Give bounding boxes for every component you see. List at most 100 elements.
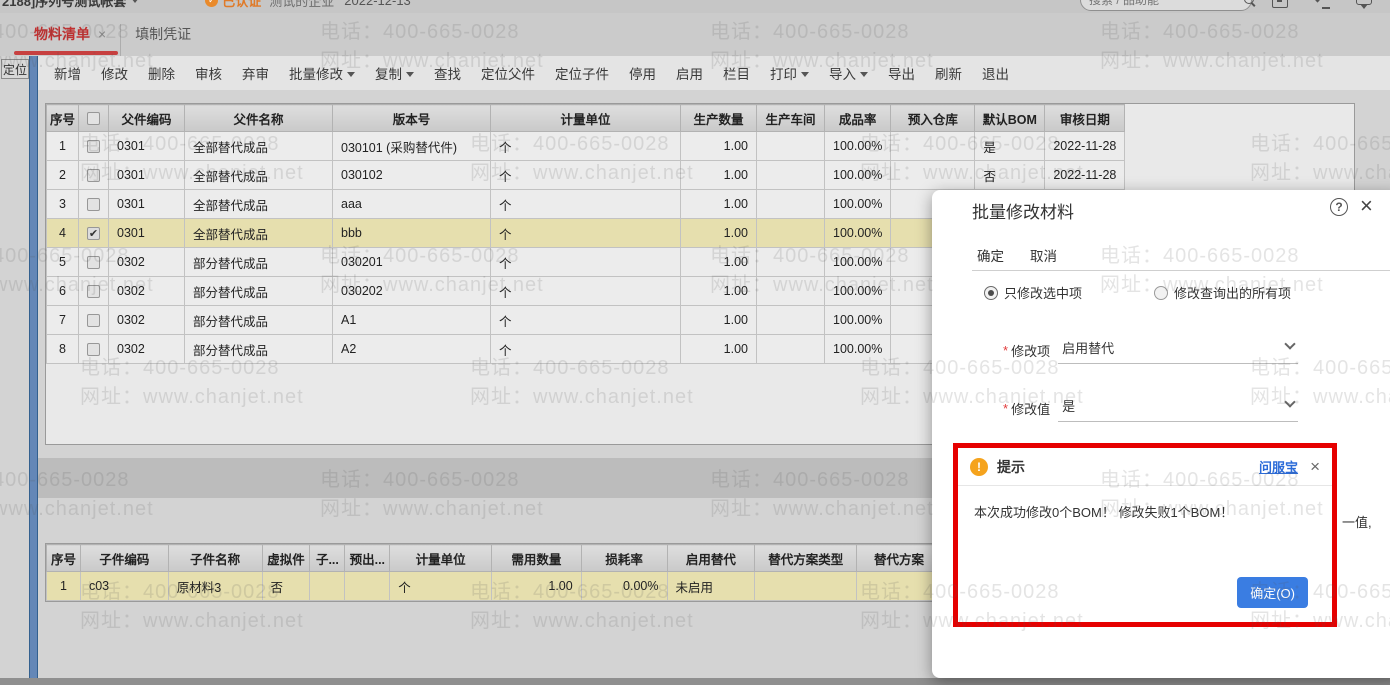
toolbar-button[interactable]: 删除 [148,63,175,83]
toolbar-button[interactable]: 启用 [676,63,703,83]
alert-close-icon[interactable]: × [1310,457,1320,477]
toolbar-button[interactable]: 弃审 [242,63,269,83]
message-icon[interactable] [1356,0,1372,9]
tab-0[interactable]: 物料清单 × [13,24,120,56]
column-header[interactable]: 预出... [344,544,391,572]
dropdown-caret-icon[interactable] [406,71,414,77]
tab-1[interactable]: 填制凭证 [120,24,205,56]
column-header[interactable]: 子件名称 [167,544,263,572]
toolbar-button[interactable]: 停用 [629,63,656,83]
vertical-splitter[interactable] [29,56,38,685]
radio-modify-all-queried[interactable]: 修改查询出的所有项 [1154,283,1291,302]
toolbar-button[interactable]: 复制 [375,63,414,83]
toolbar-button[interactable]: 修改 [101,63,128,83]
column-header[interactable]: 预入仓库 [890,104,976,132]
task-list-icon[interactable] [1314,0,1330,9]
column-header[interactable]: 替代方案 [856,544,942,572]
column-header[interactable]: 启用替代 [666,544,756,572]
column-header[interactable]: 损耗率 [580,544,668,572]
row-checkbox[interactable] [87,314,100,328]
column-header[interactable]: 父件编码 [108,104,185,132]
toolbar-button[interactable]: 批量修改 [289,63,355,83]
modify-item-select[interactable]: 启用替代 [1058,336,1299,364]
row-checkbox[interactable] [87,343,100,357]
alert-message: 本次成功修改0个BOM！ 修改失败1个BOM！ [974,505,1234,520]
table-cell: 个 [490,189,681,219]
table-cell: 100.00% [823,305,892,335]
column-header[interactable]: 成品率 [823,104,892,132]
select-all-checkbox[interactable] [87,112,100,126]
column-header[interactable]: 子... [309,544,346,572]
toolbar-button[interactable]: 刷新 [935,63,962,83]
tab-close-icon[interactable]: × [98,26,106,42]
column-header[interactable]: 替代方案类型 [754,544,858,572]
dropdown-caret-icon[interactable] [347,71,355,77]
scope-radio-group: 只修改选中项 修改查询出的所有项 [984,283,1291,302]
column-header[interactable]: 生产数量 [680,104,757,132]
toolbar-button[interactable]: 新增 [54,63,81,83]
calculator-icon[interactable] [1272,0,1288,8]
column-header[interactable]: 审核日期 [1044,104,1126,132]
toolbar-button[interactable]: 审核 [195,63,222,83]
toolbar-button[interactable]: 导入 [829,63,868,83]
table-row[interactable]: 1 c03 原材料3 否 个 1.00 0.00% 未启用 [46,571,942,601]
dropdown-caret-icon[interactable] [801,71,809,77]
tab-label: 填制凭证 [135,26,192,42]
help-icon[interactable]: ? [1330,198,1348,216]
column-header[interactable]: 计量单位 [389,544,492,572]
toolbar-button[interactable]: 打印 [770,63,809,83]
toolbar-button[interactable]: 查找 [434,63,461,83]
account-name[interactable]: 2188]序列号测试帐套 [2,0,126,10]
dropdown-caret-icon[interactable] [860,71,868,77]
row-checkbox[interactable] [87,140,100,154]
radio-selected-icon[interactable] [984,285,998,300]
toolbar-button[interactable]: 定位父件 [481,63,535,83]
column-header[interactable]: 生产车间 [756,104,825,132]
column-header[interactable]: 虚拟件 [261,544,311,572]
modify-item-value: 启用替代 [1062,341,1115,356]
toolbar-button[interactable]: 退出 [982,63,1009,83]
table-cell [756,305,825,335]
dialog-close-icon[interactable]: × [1360,193,1373,219]
toolbar-button[interactable]: 导出 [888,63,915,83]
row-checkbox[interactable] [87,169,100,183]
column-header[interactable]: 序号 [46,544,81,572]
row-checkbox[interactable] [87,198,100,212]
chevron-down-icon[interactable] [1284,396,1296,408]
alert-ok-button[interactable]: 确定(O) [1237,577,1308,608]
service-link[interactable]: 问服宝 [1259,457,1298,476]
row-checkbox[interactable] [87,256,100,270]
dialog-cancel-button[interactable]: 取消 [1030,245,1057,265]
table-cell: 部分替代成品 [184,305,333,335]
column-header[interactable]: 计量单位 [490,104,681,132]
column-header[interactable]: 序号 [46,104,79,132]
dialog-ok-button[interactable]: 确定 [977,245,1004,265]
toolbar: 新增 修改 删除 审核 弃审 批量修改 复制 查找 定位父件 定位子件 停用 启用 栏目 打印 导入 导出 刷新… [38,56,1390,90]
covered-text-fragment: 一值, [1342,515,1372,530]
table-cell: 部分替代成品 [184,247,333,277]
search-box[interactable] [1080,0,1254,11]
chevron-down-icon[interactable] [1284,338,1296,350]
table-cell [756,276,825,306]
toolbar-button[interactable]: 定位子件 [555,63,609,83]
radio-modify-selected[interactable]: 只修改选中项 [984,283,1082,302]
radio-unselected-icon[interactable] [1154,285,1169,300]
search-icon[interactable] [1244,0,1256,6]
table-row[interactable]: 1 0301 全部替代成品 030101 (采购替代件) 个 1.00 100.00% 是 20… [46,131,1126,161]
column-header[interactable]: 默认BOM [974,104,1046,132]
account-dropdown-icon[interactable] [131,0,140,3]
column-header[interactable]: 父件名称 [184,104,333,132]
column-header[interactable]: 版本号 [332,104,491,132]
search-input[interactable] [1089,0,1244,7]
column-header[interactable]: 需用数量 [490,544,582,572]
row-checkbox[interactable] [87,285,100,299]
table-row[interactable]: 2 0301 全部替代成品 030102 个 1.00 100.00% 否 2022-11-28 [46,160,1126,190]
column-header[interactable]: 子件编码 [79,544,169,572]
column-header[interactable] [78,104,109,132]
modify-value-select[interactable]: 是 [1058,394,1299,422]
toolbar-button[interactable]: 栏目 [723,63,750,83]
locate-button[interactable]: 定位 [1,59,29,79]
row-checkbox[interactable]: ✔ [87,227,100,241]
table-cell: 0302 [108,247,185,277]
table-cell: 6 [46,276,79,306]
